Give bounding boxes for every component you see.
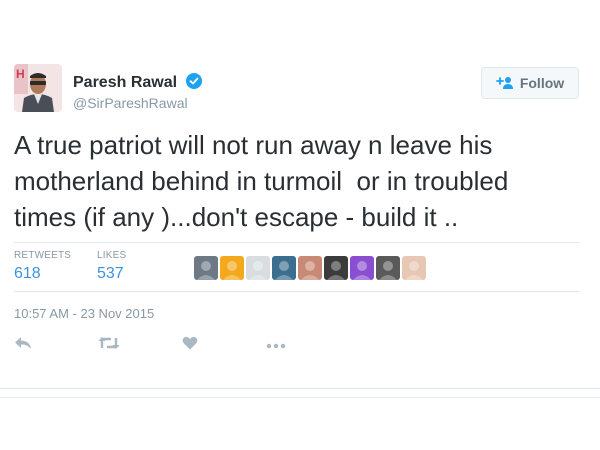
tweet-timestamp[interactable]: 10:57 AM - 23 Nov 2015 bbox=[14, 306, 154, 321]
liker-avatar[interactable] bbox=[194, 256, 218, 280]
reply-button[interactable] bbox=[14, 335, 58, 355]
more-icon bbox=[266, 336, 286, 354]
likes-stat[interactable]: LIKES 537 bbox=[97, 250, 126, 283]
follow-button-label: Follow bbox=[519, 75, 565, 91]
liker-avatars bbox=[194, 256, 426, 280]
verified-badge-icon bbox=[185, 73, 202, 94]
liker-avatar[interactable] bbox=[246, 256, 270, 280]
more-button[interactable] bbox=[266, 335, 310, 355]
author-name[interactable]: Paresh Rawal bbox=[73, 73, 202, 94]
tweet-text: A true patriot will not run away n leave… bbox=[14, 127, 589, 235]
author-handle[interactable]: @SirPareshRawal bbox=[73, 95, 188, 111]
tweet-line: motherland behind in turmoil or in troub… bbox=[14, 166, 509, 196]
like-icon bbox=[182, 336, 198, 355]
add-user-icon bbox=[495, 76, 514, 90]
tweet-line: times (if any )...don't escape - build i… bbox=[14, 202, 459, 232]
author-avatar[interactable]: H bbox=[14, 64, 62, 112]
tweet-card: H Paresh Rawal @SirPareshRawal Follow A … bbox=[0, 0, 600, 388]
retweet-icon bbox=[98, 336, 120, 355]
likes-count: 537 bbox=[97, 265, 124, 282]
retweets-label: RETWEETS bbox=[14, 250, 72, 261]
divider bbox=[0, 397, 600, 398]
like-button[interactable] bbox=[182, 335, 226, 355]
liker-avatar[interactable] bbox=[220, 256, 244, 280]
liker-avatar[interactable] bbox=[298, 256, 322, 280]
liker-avatar[interactable] bbox=[350, 256, 374, 280]
liker-avatar[interactable] bbox=[272, 256, 296, 280]
retweet-button[interactable] bbox=[98, 335, 142, 355]
page-footer-area bbox=[0, 389, 600, 450]
retweets-count: 618 bbox=[14, 265, 41, 282]
tweet-line: A true patriot will not run away n leave… bbox=[14, 130, 493, 160]
follow-button[interactable]: Follow bbox=[481, 67, 579, 99]
author-name-text: Paresh Rawal bbox=[73, 74, 178, 91]
tweet-stats: RETWEETS 618 LIKES 537 bbox=[14, 242, 580, 292]
svg-text:H: H bbox=[16, 67, 25, 81]
liker-avatar[interactable] bbox=[324, 256, 348, 280]
reply-icon bbox=[14, 336, 32, 355]
liker-avatar[interactable] bbox=[376, 256, 400, 280]
tweet-actions bbox=[14, 335, 350, 355]
liker-avatar[interactable] bbox=[402, 256, 426, 280]
likes-label: LIKES bbox=[97, 250, 127, 261]
retweets-stat[interactable]: RETWEETS 618 bbox=[14, 250, 71, 283]
